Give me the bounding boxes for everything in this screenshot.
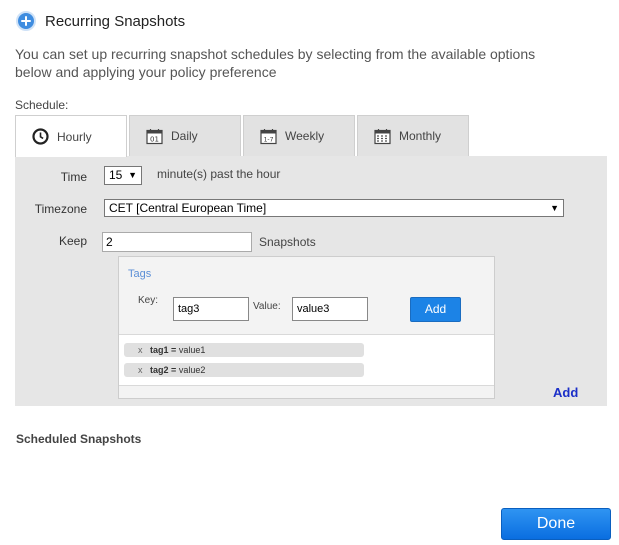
tag-key: tag2 [150, 365, 169, 375]
tags-list: x tag1 = value1 x tag2 = value2 [119, 334, 494, 386]
tab-label: Monthly [399, 129, 442, 143]
time-select-value: 15 [109, 168, 123, 182]
timezone-select-value: CET [Central European Time] [109, 201, 267, 215]
tag-equals: = [171, 345, 177, 355]
description-text: You can set up recurring snapshot schedu… [15, 46, 536, 80]
chevron-down-icon: ▼ [128, 170, 137, 180]
tab-label: Daily [171, 129, 198, 143]
clock-icon [32, 128, 49, 145]
tab-weekly[interactable]: 1-7 Weekly [243, 115, 355, 156]
remove-tag-button[interactable]: x [138, 345, 143, 355]
timezone-label: Timezone [34, 202, 87, 216]
dialog-header: Recurring Snapshots [16, 10, 185, 32]
remove-tag-button[interactable]: x [138, 365, 143, 375]
time-label: Time [60, 170, 87, 184]
tab-hourly[interactable]: Hourly [15, 115, 127, 157]
tag-chip: x tag1 = value1 [124, 343, 364, 357]
tags-box: Tags Key: tag3 Value: value3 Add x tag1 … [118, 256, 495, 399]
keep-input[interactable]: 2 [102, 232, 252, 252]
time-suffix: minute(s) past the hour [157, 167, 281, 181]
value-label: Value: [253, 301, 281, 312]
timezone-select[interactable]: CET [Central European Time] ▼ [104, 199, 564, 217]
tag-key-input[interactable]: tag3 [173, 297, 249, 321]
keep-label: Keep [58, 234, 87, 248]
tag-key: tag1 [150, 345, 169, 355]
keep-suffix: Snapshots [259, 235, 316, 249]
tab-label: Hourly [57, 129, 92, 144]
tag-value: value2 [178, 365, 206, 375]
dialog-title: Recurring Snapshots [45, 12, 186, 30]
svg-text:01: 01 [150, 135, 159, 143]
calendar-01-icon: 01 [146, 128, 163, 144]
tab-monthly[interactable]: Monthly [357, 115, 469, 156]
key-label: Key: [138, 295, 159, 306]
add-schedule-link[interactable]: Add [553, 385, 578, 400]
hourly-panel: Time 15 ▼ minute(s) past the hour Timezo… [15, 156, 607, 406]
chevron-down-icon: ▼ [550, 203, 559, 213]
svg-text:1-7: 1-7 [264, 136, 274, 143]
time-select[interactable]: 15 ▼ [104, 166, 142, 185]
tag-value-input[interactable]: value3 [292, 297, 368, 321]
calendar-1-7-icon: 1-7 [260, 128, 277, 144]
tab-label: Weekly [285, 129, 325, 143]
tab-daily[interactable]: 01 Daily [129, 115, 241, 156]
scheduled-snapshots-title: Scheduled Snapshots [16, 432, 142, 446]
tag-chip: x tag2 = value2 [124, 363, 364, 377]
schedule-label: Schedule: [15, 98, 69, 112]
plus-circle-icon [16, 11, 36, 31]
tags-title: Tags [128, 268, 152, 280]
tag-equals: = [171, 365, 177, 375]
calendar-grid-icon [374, 128, 391, 144]
add-tag-button[interactable]: Add [410, 297, 461, 322]
tag-value: value1 [178, 345, 206, 355]
done-button[interactable]: Done [501, 508, 611, 540]
